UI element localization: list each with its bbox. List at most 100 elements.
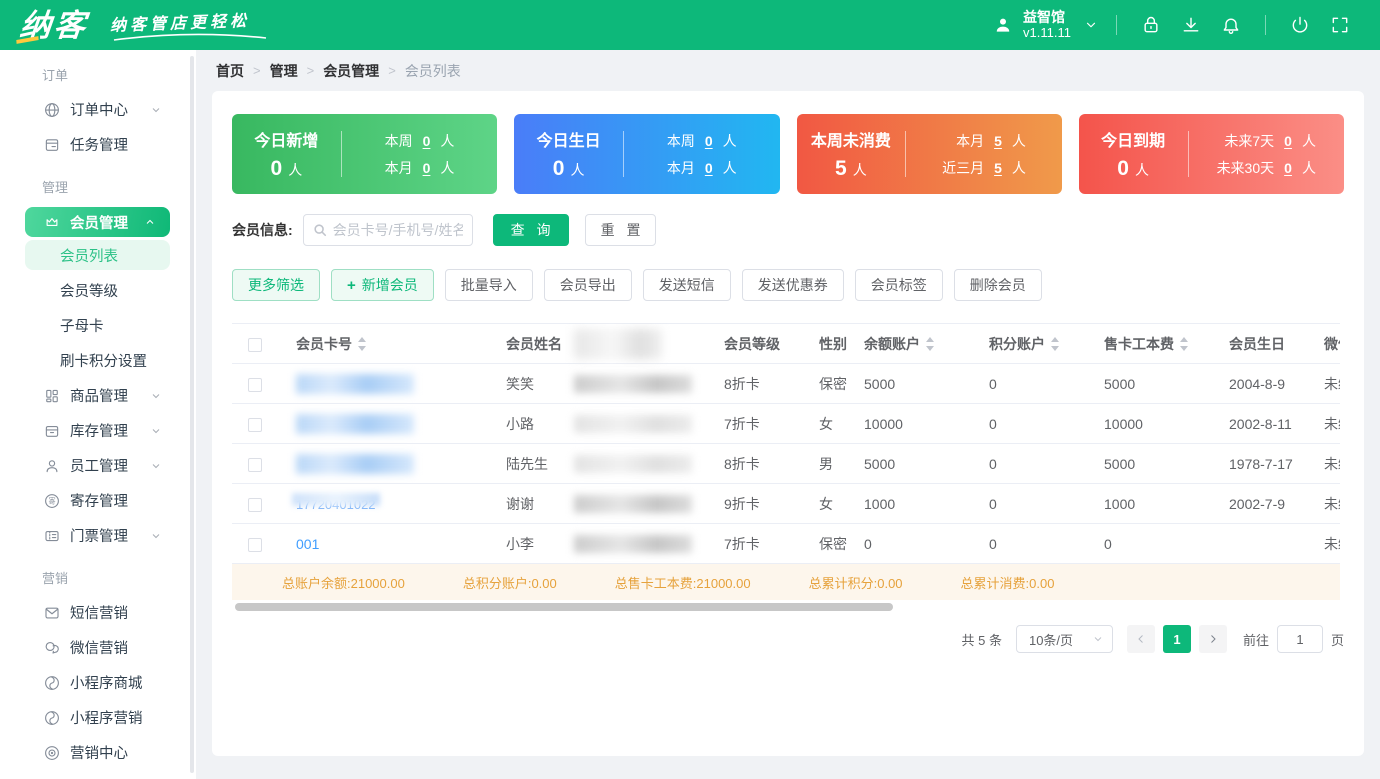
stat-detail-value-link[interactable]: 0 — [1284, 160, 1292, 176]
select-all-checkbox[interactable] — [248, 337, 262, 352]
blurred-card-number — [296, 373, 414, 394]
row-checkbox[interactable] — [248, 537, 262, 552]
summary-item: 总账户余额:21000.00 — [282, 575, 405, 591]
member-level-cell: 9折卡 — [714, 483, 809, 524]
birthday-cell: 1978-7-17 — [1219, 443, 1314, 484]
sms-icon — [43, 604, 61, 622]
stat-card-details: 本周 0 人本月 0 人 — [624, 131, 780, 178]
crown-icon — [43, 213, 61, 231]
stat-detail-value-link[interactable]: 0 — [705, 133, 713, 149]
sort-icon[interactable] — [925, 336, 935, 354]
member-level-cell: 7折卡 — [714, 403, 809, 444]
stat-card-title: 今日生日 — [536, 133, 601, 150]
next-page-button[interactable] — [1198, 625, 1227, 653]
sidebar-item-库存管理[interactable]: 库存管理 — [0, 413, 196, 448]
sidebar-item-员工管理[interactable]: 员工管理 — [0, 448, 196, 483]
search-input[interactable] — [332, 222, 463, 238]
member-phone-cell — [564, 523, 714, 564]
inventory-icon — [43, 422, 61, 440]
sidebar-item-短信营销[interactable]: 短信营销 — [0, 595, 196, 630]
stat-detail-value-link[interactable]: 5 — [994, 160, 1002, 176]
sidebar-section-label: 订单 — [42, 68, 69, 83]
table-row: 小路7折卡女100000100002002-8-11未绑定 — [232, 403, 1340, 444]
action-button-新增会员[interactable]: + 新增会员 — [331, 269, 434, 301]
chevron-down-icon — [150, 530, 162, 542]
sidebar-item-label: 门票管理 — [70, 529, 128, 545]
member-name-cell: 小李 — [496, 523, 564, 564]
action-button-批量导入[interactable]: 批量导入 — [444, 269, 533, 301]
points-account-cell: 0 — [979, 363, 1094, 404]
sort-icon[interactable] — [1050, 336, 1060, 354]
breadcrumb-member-manage[interactable]: 会员管理 — [323, 61, 379, 81]
column-header-会员等级: 会员等级 — [714, 323, 809, 364]
stat-card-details: 本月 5 人近三月 5 人 — [906, 131, 1062, 178]
action-button-发送短信[interactable]: 发送短信 — [642, 269, 731, 301]
stat-detail-value-link[interactable]: 0 — [423, 133, 431, 149]
sidebar-item-微信营销[interactable]: 微信营销 — [0, 630, 196, 665]
sidebar-subitem-会员等级[interactable]: 会员等级 — [0, 273, 196, 308]
action-button-更多筛选[interactable]: 更多筛选 — [232, 269, 320, 301]
breadcrumb-member-list: 会员列表 — [404, 62, 461, 79]
sidebar-item-label: 短信营销 — [70, 606, 128, 622]
sidebar-subitem-会员列表[interactable]: 会员列表 — [25, 240, 170, 270]
sidebar-subitem-子母卡[interactable]: 子母卡 — [0, 308, 196, 343]
row-checkbox[interactable] — [248, 377, 262, 392]
sidebar-item-订单中心[interactable]: 订单中心 — [0, 92, 196, 127]
sidebar-item-小程序营销[interactable]: 小程序营销 — [0, 700, 196, 735]
row-checkbox[interactable] — [248, 457, 262, 472]
current-page-button[interactable]: 1 — [1162, 625, 1191, 653]
stat-card-details: 未来7天 0 人未来30天 0 人 — [1189, 131, 1345, 178]
chevron-down-icon — [150, 390, 162, 402]
stat-detail-value-link[interactable]: 5 — [994, 133, 1002, 149]
sidebar-item-营销中心[interactable]: 营销中心 — [0, 735, 196, 770]
page-size-select[interactable]: 10条/页 — [1015, 625, 1113, 653]
sort-icon[interactable] — [357, 336, 367, 354]
row-checkbox-cell — [232, 363, 286, 404]
sidebar-item-寄存管理[interactable]: 寄 寄存管理 — [0, 483, 196, 518]
stat-detail-label: 近三月 — [942, 159, 985, 176]
stat-detail-value-link[interactable]: 0 — [705, 160, 713, 176]
stat-detail-value-link[interactable]: 0 — [1284, 133, 1292, 149]
sort-icon[interactable] — [1179, 336, 1189, 354]
row-checkbox[interactable] — [248, 417, 262, 432]
column-header-checkbox — [232, 323, 286, 364]
sidebar-item-会员管理[interactable]: 会员管理 — [25, 207, 170, 237]
sidebar-subitem-刷卡积分设置[interactable]: 刷卡积分设置 — [0, 343, 196, 378]
member-card-no-link[interactable]: 17720401022 — [292, 492, 380, 512]
row-checkbox[interactable] — [248, 497, 262, 512]
card-fee-cell: 0 — [1094, 523, 1219, 564]
reset-button[interactable]: 重 置 — [584, 214, 657, 246]
member-table: 会员卡号会员姓名 会员等级性别余额账户积分账户售卡工本费会员生日微信 笑笑 8折卡保… — [232, 323, 1340, 564]
fullscreen-icon[interactable] — [1329, 14, 1351, 36]
breadcrumb-home[interactable]: 首页 — [216, 61, 244, 81]
chevron-down-icon — [150, 460, 162, 472]
sidebar-item-门票管理[interactable]: 门票管理 — [0, 518, 196, 553]
top-bar: 纳客 纳客管店更轻松 益智馆 v1.11.11 — [0, 0, 1380, 50]
stat-cards-row: 今日新增 0 人本周 0 人本月 0 人今日生日 0 人本周 0 人本月 0 人本周未消费 5 人本月 5 人近… — [232, 114, 1344, 194]
previous-page-button[interactable] — [1126, 625, 1155, 653]
action-button-会员标签[interactable]: 会员标签 — [854, 269, 943, 301]
sidebar-item-小程序商城[interactable]: 小程序商城 — [0, 665, 196, 700]
blurred-column-header — [574, 328, 662, 359]
download-icon[interactable] — [1180, 14, 1202, 36]
goto-page-input[interactable] — [1276, 625, 1323, 653]
action-button-发送优惠券[interactable]: 发送优惠券 — [741, 269, 844, 301]
query-button[interactable]: 查 询 — [492, 214, 569, 246]
breadcrumb-manage[interactable]: 管理 — [270, 61, 298, 81]
power-logout-icon[interactable] — [1289, 14, 1311, 36]
action-button-会员导出[interactable]: 会员导出 — [543, 269, 632, 301]
user-account-menu[interactable]: 益智馆 v1.11.11 — [992, 9, 1102, 40]
topbar-divider — [1116, 15, 1117, 35]
member-card-no-link[interactable]: 001 — [296, 536, 319, 552]
stat-detail-value-link[interactable]: 0 — [423, 160, 431, 176]
goods-icon — [43, 387, 61, 405]
notification-bell-icon[interactable] — [1220, 14, 1242, 36]
sidebar-item-任务管理[interactable]: 任务管理 — [0, 127, 196, 162]
sidebar-item-商品管理[interactable]: 商品管理 — [0, 378, 196, 413]
lock-icon[interactable] — [1140, 14, 1162, 36]
action-button-删除会员[interactable]: 删除会员 — [953, 269, 1042, 301]
points-account-cell: 0 — [979, 443, 1094, 484]
horizontal-scrollbar-thumb[interactable] — [235, 603, 893, 611]
plus-icon: + — [347, 276, 356, 294]
svg-text:寄: 寄 — [48, 496, 55, 505]
